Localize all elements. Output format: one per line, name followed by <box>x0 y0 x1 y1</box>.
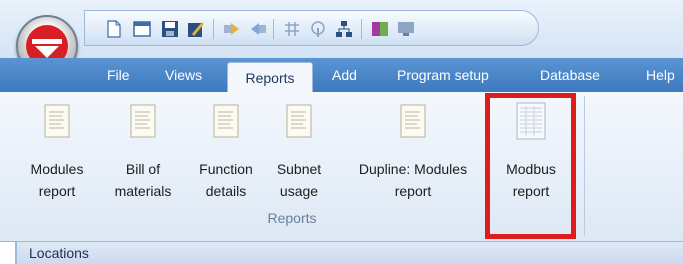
edit-icon[interactable] <box>187 20 205 38</box>
modules-report-label: Modules report <box>30 161 84 199</box>
subnet-usage-label: Subnet usage <box>276 161 322 199</box>
report-document-icon <box>286 104 312 138</box>
report-document-icon <box>130 104 156 138</box>
modules-report-button[interactable]: Modules report <box>22 98 92 202</box>
tab-program-setup[interactable]: Program setup <box>397 67 489 83</box>
group-divider <box>584 96 585 236</box>
bill-of-materials-label: Bill of materials <box>114 161 172 199</box>
colors-icon[interactable] <box>371 20 389 38</box>
ribbon-panel: Modules report Bill of materials Function d… <box>0 92 683 242</box>
network-icon[interactable] <box>335 20 353 38</box>
open-icon[interactable] <box>133 20 151 38</box>
locations-pane-header: Locations <box>15 242 683 264</box>
tab-reports[interactable]: Reports <box>227 62 313 94</box>
app-window: File Views Reports Add Program setup Dat… <box>0 0 683 264</box>
back-icon[interactable] <box>249 20 267 38</box>
function-details-button[interactable]: Function details <box>190 98 262 202</box>
monitor-icon[interactable] <box>397 20 415 38</box>
report-document-icon <box>213 104 239 138</box>
grid-icon[interactable] <box>283 20 301 38</box>
tab-add[interactable]: Add <box>332 67 357 83</box>
locations-label: Locations <box>29 245 89 261</box>
tab-views[interactable]: Views <box>165 67 202 83</box>
modbus-report-highlight <box>485 93 576 239</box>
dupline-modules-report-label: Dupline: Modules report <box>358 161 468 199</box>
forward-icon[interactable] <box>223 20 241 38</box>
tab-reports-label: Reports <box>245 70 295 86</box>
bill-of-materials-button[interactable]: Bill of materials <box>106 98 180 202</box>
signal-icon[interactable] <box>309 20 327 38</box>
quick-access-toolbar <box>84 10 539 46</box>
report-document-icon <box>400 104 426 138</box>
tab-help[interactable]: Help <box>646 67 675 83</box>
dupline-modules-report-button[interactable]: Dupline: Modules report <box>343 98 483 202</box>
save-icon[interactable] <box>161 20 179 38</box>
new-doc-icon[interactable] <box>105 20 123 38</box>
function-details-label: Function details <box>199 161 253 199</box>
tab-database[interactable]: Database <box>540 67 600 83</box>
subnet-usage-button[interactable]: Subnet usage <box>268 98 330 202</box>
report-document-icon <box>44 104 70 138</box>
tab-file[interactable]: File <box>107 67 130 83</box>
